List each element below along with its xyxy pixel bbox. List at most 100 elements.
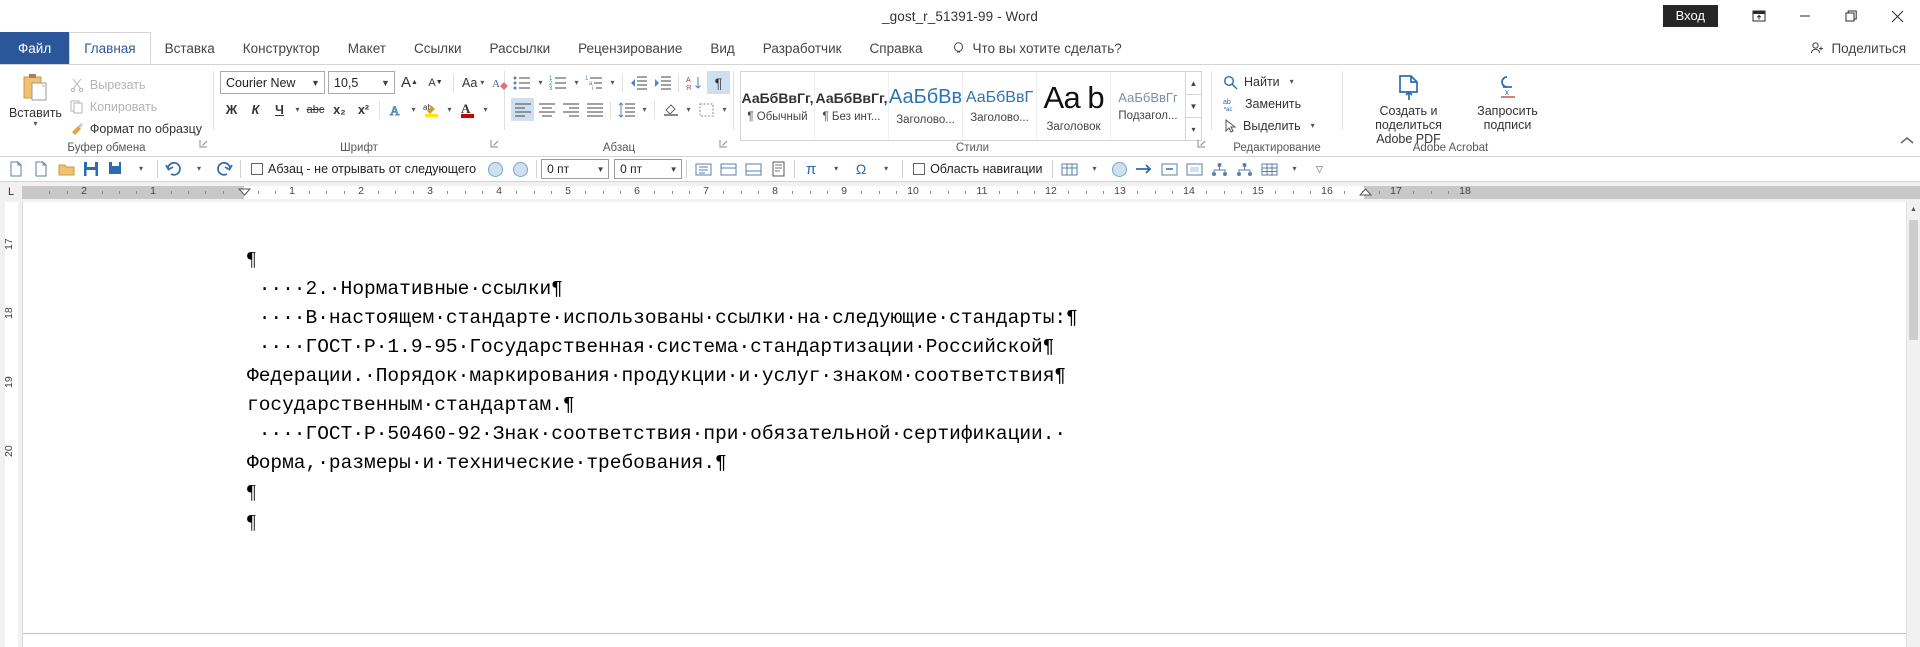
circle-tool-3-icon[interactable] bbox=[1107, 158, 1131, 180]
font-color-button[interactable]: A bbox=[456, 98, 479, 121]
multilevel-list-button[interactable]: 1ai bbox=[583, 71, 606, 94]
indent-tool-3-icon[interactable] bbox=[741, 158, 765, 180]
underline-button[interactable]: Ч bbox=[268, 98, 291, 121]
copy-button[interactable]: Копировать bbox=[65, 96, 207, 118]
new-document-icon[interactable] bbox=[4, 158, 28, 180]
org-chart-2-icon[interactable] bbox=[1232, 158, 1256, 180]
tab-help[interactable]: Справка bbox=[856, 32, 937, 64]
insert-table-icon[interactable] bbox=[1057, 158, 1081, 180]
right-indent-marker[interactable] bbox=[1358, 183, 1373, 201]
indent-tool-1-icon[interactable] bbox=[691, 158, 715, 180]
tab-review[interactable]: Рецензирование bbox=[564, 32, 696, 64]
styles-gallery-scroll[interactable]: ▲ ▼ ▾ bbox=[1185, 72, 1201, 140]
font-dialog-launcher[interactable] bbox=[490, 135, 499, 153]
share-button[interactable]: Поделиться bbox=[1810, 32, 1906, 64]
bold-button[interactable]: Ж bbox=[220, 98, 243, 121]
table-caret-icon[interactable]: ▾ bbox=[1082, 158, 1106, 180]
symbol-caret-icon[interactable]: ▾ bbox=[874, 158, 898, 180]
style-item-heading2[interactable]: АаБбВвГ Заголово... bbox=[963, 72, 1037, 140]
shading-caret-icon[interactable]: ▾ bbox=[683, 98, 694, 121]
minimize-icon[interactable] bbox=[1782, 0, 1828, 32]
grow-font-button[interactable]: A ▲ bbox=[398, 71, 421, 94]
new-blank-icon[interactable] bbox=[29, 158, 53, 180]
shrink-font-button[interactable]: A ▼ bbox=[424, 71, 447, 94]
sort-button[interactable]: AЯ bbox=[683, 71, 706, 94]
ribbon-display-options-icon[interactable] bbox=[1736, 0, 1782, 32]
tab-mailings[interactable]: Рассылки bbox=[476, 32, 565, 64]
tab-home[interactable]: Главная bbox=[69, 32, 151, 64]
justify-button[interactable] bbox=[583, 98, 606, 121]
tab-design[interactable]: Конструктор bbox=[229, 32, 334, 64]
select-button[interactable]: Выделить ▾ bbox=[1218, 115, 1320, 137]
tab-developer[interactable]: Разработчик bbox=[749, 32, 856, 64]
clipboard-dialog-launcher[interactable] bbox=[199, 135, 208, 153]
spacing-after-box[interactable]: 0 пт ▼ bbox=[614, 159, 683, 179]
tab-references[interactable]: Ссылки bbox=[400, 32, 476, 64]
table-grid-icon[interactable] bbox=[1257, 158, 1281, 180]
font-size-combo[interactable]: 10,5 ▼ bbox=[328, 71, 395, 94]
vertical-scrollbar[interactable]: ▲ bbox=[1906, 202, 1920, 647]
tab-stop-selector[interactable]: L bbox=[0, 182, 22, 202]
circle-tool-1-icon[interactable] bbox=[483, 158, 507, 180]
scrollbar-thumb[interactable] bbox=[1909, 220, 1918, 340]
cut-button[interactable]: Вырезать bbox=[65, 74, 207, 96]
circle-tool-2-icon[interactable] bbox=[508, 158, 532, 180]
align-center-button[interactable] bbox=[535, 98, 558, 121]
restore-icon[interactable] bbox=[1828, 0, 1874, 32]
insert-symbol-icon[interactable]: Ω bbox=[849, 158, 873, 180]
font-name-combo[interactable]: Courier New ▼ bbox=[220, 71, 325, 94]
arrow-right-icon[interactable] bbox=[1132, 158, 1156, 180]
style-item-normal[interactable]: АаБбВвГг, ¶ Обычный bbox=[741, 72, 815, 140]
highlight-caret-icon[interactable]: ▾ bbox=[444, 98, 455, 121]
tell-me-box[interactable]: Что вы хотите сделать? bbox=[937, 32, 1122, 64]
font-color-caret-icon[interactable]: ▾ bbox=[480, 98, 491, 121]
navigation-pane-checkbox[interactable]: Область навигации bbox=[907, 162, 1048, 176]
style-item-heading1[interactable]: АаБбВв Заголово... bbox=[889, 72, 963, 140]
align-left-button[interactable] bbox=[511, 98, 534, 121]
numbered-list-button[interactable]: 123 bbox=[547, 71, 570, 94]
document-text[interactable]: ¶ ····2.·Нормативные·ссылки¶ ····В·насто… bbox=[23, 202, 1920, 567]
checkbox-box[interactable] bbox=[251, 163, 263, 175]
paragraph-dialog-launcher[interactable] bbox=[719, 135, 728, 153]
indent-tool-2-icon[interactable] bbox=[716, 158, 740, 180]
style-item-subtitle[interactable]: АаБбВвГг Подзагол... bbox=[1111, 72, 1185, 140]
tab-insert[interactable]: Вставка bbox=[151, 32, 229, 64]
first-line-indent-marker[interactable] bbox=[237, 183, 252, 201]
table-grid-caret-icon[interactable]: ▾ bbox=[1282, 158, 1306, 180]
formula-caret-icon[interactable]: ▾ bbox=[824, 158, 848, 180]
bullet-caret-icon[interactable]: ▾ bbox=[535, 71, 546, 94]
hyperlink-icon[interactable] bbox=[1157, 158, 1181, 180]
numbering-caret-icon[interactable]: ▾ bbox=[571, 71, 582, 94]
style-item-no-spacing[interactable]: АаБбВвГг, ¶ Без инт... bbox=[815, 72, 889, 140]
paste-button[interactable]: Вставить ▾ bbox=[6, 69, 65, 127]
collapse-ribbon-icon[interactable] bbox=[1900, 134, 1914, 152]
strikethrough-button[interactable]: abc bbox=[304, 98, 327, 121]
paste-caret-icon[interactable]: ▾ bbox=[33, 119, 37, 127]
undo-caret-icon[interactable]: ▾ bbox=[187, 158, 211, 180]
tab-layout[interactable]: Макет bbox=[334, 32, 400, 64]
horizontal-ruler[interactable]: 2 1 1 2 3 4 5 6 7 8 9 10 11 12 13 14 15 … bbox=[22, 182, 1920, 202]
close-icon[interactable] bbox=[1874, 0, 1920, 32]
tab-view[interactable]: Вид bbox=[696, 32, 748, 64]
toolbar-overflow-icon[interactable]: ▽ bbox=[1307, 158, 1331, 180]
save-icon[interactable] bbox=[79, 158, 103, 180]
redo-icon[interactable] bbox=[212, 158, 236, 180]
underline-caret-icon[interactable]: ▾ bbox=[292, 98, 303, 121]
open-folder-icon[interactable] bbox=[54, 158, 78, 180]
org-chart-1-icon[interactable] bbox=[1207, 158, 1231, 180]
vertical-ruler[interactable]: 17 18 19 20 bbox=[0, 202, 22, 647]
chevron-down-icon[interactable]: ▼ bbox=[593, 165, 608, 174]
subscript-button[interactable]: x₂ bbox=[328, 98, 351, 121]
document-page[interactable]: ¶ ····2.·Нормативные·ссылки¶ ····В·насто… bbox=[22, 202, 1920, 647]
sign-in-button[interactable]: Вход bbox=[1662, 5, 1718, 27]
styles-scroll-up-icon[interactable]: ▲ bbox=[1186, 72, 1201, 95]
save-as-caret-icon[interactable]: ▾ bbox=[129, 158, 153, 180]
style-item-title[interactable]: Аа b Заголовок bbox=[1037, 72, 1111, 140]
shading-button[interactable] bbox=[659, 98, 682, 121]
spacing-before-box[interactable]: 0 пт ▼ bbox=[541, 159, 610, 179]
highlight-color-button[interactable]: ab bbox=[420, 98, 443, 121]
styles-dialog-launcher[interactable] bbox=[1197, 135, 1206, 153]
change-case-button[interactable]: Aa ▾ bbox=[460, 71, 486, 94]
tab-file[interactable]: Файл bbox=[0, 32, 70, 64]
scroll-up-icon[interactable]: ▲ bbox=[1907, 202, 1920, 216]
